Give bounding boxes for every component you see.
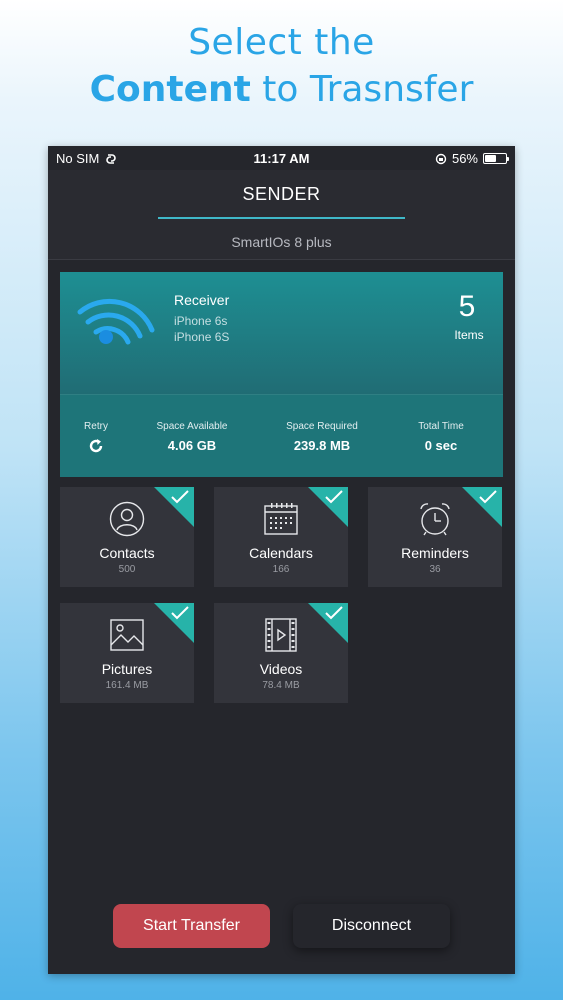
- promo-headline: Select the Content to Trasnsfer: [0, 20, 563, 114]
- battery-text: 56%: [451, 151, 478, 166]
- tile-name: Calendars: [249, 545, 313, 561]
- tile-size: 161.4 MB: [105, 680, 149, 691]
- checkmark-icon: [325, 606, 343, 620]
- retry-label: Retry: [84, 421, 108, 432]
- tile-count: 36: [429, 564, 441, 575]
- checkmark-icon: [171, 490, 189, 504]
- tile-name: Pictures: [101, 661, 153, 677]
- checkmark-icon: [325, 490, 343, 504]
- checkmark-icon: [479, 490, 497, 504]
- start-transfer-button[interactable]: Start Transfer: [113, 904, 270, 948]
- refresh-icon[interactable]: [88, 438, 104, 454]
- items-label: Items: [454, 328, 484, 342]
- receiver-label: Receiver: [174, 292, 230, 308]
- total-time-label: Total Time: [418, 421, 464, 432]
- checkmark-icon: [171, 606, 189, 620]
- tile-calendars[interactable]: Calendars 166: [214, 487, 348, 587]
- space-required: Space Required 239.8 MB: [278, 421, 366, 453]
- tile-reminders[interactable]: Reminders 36: [368, 487, 502, 587]
- phone-screen: No SIM 11:17 AM 56% SENDER SmartIOs 8 pl…: [48, 146, 515, 974]
- tile-name: Videos: [259, 661, 303, 677]
- tile-name: Contacts: [99, 545, 155, 561]
- space-available: Space Available 4.06 GB: [150, 421, 234, 453]
- receiver-card: Receiver iPhone 6s iPhone 6S 5 Items Ret…: [60, 272, 503, 477]
- total-time: Total Time 0 sec: [408, 421, 474, 453]
- transfer-stats: Retry Space Available 4.06 GB Space Requ…: [60, 394, 503, 477]
- tile-videos[interactable]: Videos 78.4 MB: [214, 603, 348, 703]
- headline-line-2: Content to Trasnsfer: [0, 66, 563, 114]
- headline-rest: to Trasnsfer: [250, 69, 474, 110]
- nav-title-underline: [158, 217, 405, 219]
- retry-control[interactable]: Retry: [76, 421, 116, 454]
- tile-pictures[interactable]: Pictures 161.4 MB: [60, 603, 194, 703]
- picture-icon: [110, 619, 144, 651]
- space-required-label: Space Required: [286, 421, 358, 432]
- space-available-label: Space Available: [156, 421, 228, 432]
- orientation-lock-icon: [435, 153, 447, 164]
- tile-name: Reminders: [401, 545, 469, 561]
- tile-contacts[interactable]: Contacts 500: [60, 487, 194, 587]
- nav-title: SENDER: [242, 184, 321, 204]
- space-required-value: 239.8 MB: [293, 438, 351, 453]
- receiver-device-2: iPhone 6S: [174, 330, 230, 344]
- wifi-signal-icon: [77, 298, 155, 345]
- person-icon: [109, 501, 145, 537]
- receiver-device-1: iPhone 6s: [174, 314, 228, 328]
- disconnect-button[interactable]: Disconnect: [293, 904, 450, 948]
- tile-count: 500: [118, 564, 136, 575]
- calendar-icon: [264, 503, 298, 535]
- status-bar: No SIM 11:17 AM 56%: [48, 146, 515, 170]
- sender-device-name: SmartIOs 8 plus: [231, 234, 332, 250]
- nav-bar: SENDER SmartIOs 8 plus: [48, 170, 515, 260]
- total-time-value: 0 sec: [424, 438, 458, 453]
- alarm-clock-icon: [420, 503, 450, 536]
- film-icon: [265, 618, 297, 652]
- headline-bold: Content: [89, 69, 251, 110]
- headline-line-1: Select the: [188, 22, 375, 63]
- items-count: 5: [458, 290, 476, 323]
- tile-size: 78.4 MB: [262, 680, 300, 691]
- battery-icon: [483, 153, 509, 164]
- space-available-value: 4.06 GB: [167, 438, 217, 453]
- tile-count: 166: [272, 564, 290, 575]
